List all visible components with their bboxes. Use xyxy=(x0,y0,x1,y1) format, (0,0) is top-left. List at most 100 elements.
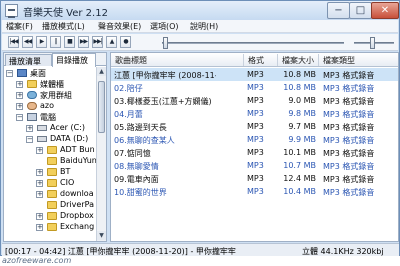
menu-options[interactable]: 選項(O) xyxy=(150,21,179,32)
song-type: MP3 格式錄音 xyxy=(323,136,375,145)
song-size: 9.7 MB xyxy=(288,122,316,131)
collapse-icon[interactable]: − xyxy=(16,114,23,121)
song-title: 06.無聊的查某人 xyxy=(114,136,175,145)
pause-button[interactable]: || xyxy=(50,36,61,48)
folder-icon xyxy=(47,201,57,209)
stop-button[interactable]: ■ xyxy=(64,36,75,48)
play-button[interactable]: ▶ xyxy=(36,36,47,48)
song-format: MP3 xyxy=(247,70,264,79)
table-row[interactable]: 10.甜蜜的世界 MP3 10.4 MB MP3 格式錄音 xyxy=(111,185,398,198)
expand-icon[interactable]: + xyxy=(16,92,23,99)
table-row[interactable]: 02.陪仔 MP3 10.8 MB MP3 格式錄音 xyxy=(111,81,398,94)
col-format[interactable]: 格式 xyxy=(248,55,264,66)
scroll-thumb[interactable] xyxy=(98,81,105,133)
maximize-button[interactable]: □ xyxy=(349,2,372,19)
expand-icon[interactable]: + xyxy=(36,147,43,154)
open-button[interactable]: ▲ xyxy=(106,36,117,48)
tab-directory[interactable]: 目錄播放 xyxy=(52,53,96,67)
song-title: 05.路邊到天長 xyxy=(114,123,167,132)
song-size: 9.8 MB xyxy=(288,109,316,118)
song-type: MP3 格式錄音 xyxy=(323,149,375,158)
next-track-button[interactable]: ▶▶| xyxy=(92,36,103,48)
collapse-icon[interactable]: − xyxy=(6,70,13,77)
tree-item-label: 電腦 xyxy=(40,113,56,122)
expand-icon[interactable]: + xyxy=(36,169,43,176)
table-header: 歌曲標題 格式 檔案大小 檔案類型 xyxy=(111,53,398,67)
collapse-icon[interactable]: − xyxy=(26,136,33,143)
folder-icon xyxy=(47,212,57,220)
menu-bar: 檔案(F) 播放模式(L) 聲音效果(E) 選項(O) 說明(H) xyxy=(2,20,398,33)
tab-playlist[interactable]: 播放清單 xyxy=(5,54,52,66)
expand-icon[interactable]: + xyxy=(36,213,43,220)
record-button[interactable]: ● xyxy=(120,36,131,48)
tree-scrollbar[interactable]: ▲ ▼ xyxy=(96,67,106,241)
tree-item-label: 桌面 xyxy=(30,69,46,78)
col-size[interactable]: 檔案大小 xyxy=(282,55,314,66)
menu-sound-effects[interactable]: 聲音效果(E) xyxy=(98,21,141,32)
watermark: azofreeware.com xyxy=(2,256,72,265)
rewind-button[interactable]: ◀◀ xyxy=(22,36,33,48)
expand-icon[interactable]: + xyxy=(36,224,43,231)
scroll-up-icon[interactable]: ▲ xyxy=(97,67,106,76)
transport-toolbar: |◀◀ ◀◀ ▶ || ■ ▶▶ ▶▶| ▲ ● xyxy=(2,34,398,51)
tree-item-label: DATA (D:) xyxy=(50,134,89,143)
desk-icon xyxy=(17,69,27,77)
song-type: MP3 格式錄音 xyxy=(323,110,375,119)
col-type[interactable]: 檔案類型 xyxy=(323,55,355,66)
table-row[interactable]: 03.椰樣菱玉(江蕙+方嫻儀) MP3 9.0 MB MP3 格式錄音 xyxy=(111,94,398,107)
expand-icon[interactable]: + xyxy=(36,180,43,187)
song-size: 9.9 MB xyxy=(288,135,316,144)
table-row[interactable]: 08.無聊愛情 MP3 10.7 MB MP3 格式錄音 xyxy=(111,159,398,172)
tree-item-label: 媒體櫃 xyxy=(40,80,64,89)
table-row[interactable]: 江蕙 [甲你攏牢牢 (2008-11-20)] MP3 10.8 MB MP3 格式錄… xyxy=(111,68,398,81)
table-row[interactable]: 07.惦同憶 MP3 10.1 MB MP3 格式錄音 xyxy=(111,146,398,159)
song-type: MP3 格式錄音 xyxy=(323,188,375,197)
folder-icon xyxy=(27,80,37,88)
song-type: MP3 格式錄音 xyxy=(323,97,375,106)
song-title: 02.陪仔 xyxy=(114,84,143,93)
tree-item-label: Acer (C:) xyxy=(50,123,86,132)
folder-icon xyxy=(47,223,57,231)
song-size: 10.8 MB xyxy=(283,70,316,79)
song-title: 09.電車內面 xyxy=(114,175,159,184)
song-format: MP3 xyxy=(247,135,264,144)
seek-bar[interactable] xyxy=(162,42,344,44)
folder-icon xyxy=(47,157,57,165)
table-row[interactable]: 04.月蕾 MP3 9.8 MB MP3 格式錄音 xyxy=(111,107,398,120)
song-format: MP3 xyxy=(247,187,264,196)
minimize-button[interactable]: − xyxy=(327,2,350,19)
prev-track-button[interactable]: |◀◀ xyxy=(8,36,19,48)
song-format: MP3 xyxy=(247,161,264,170)
close-button[interactable]: ✕ xyxy=(371,2,399,19)
status-audio-info: 立體 44.1KHz 320kbj xyxy=(302,247,384,256)
user-icon xyxy=(27,102,37,110)
table-row[interactable]: 09.電車內面 MP3 12.4 MB MP3 格式錄音 xyxy=(111,172,398,185)
song-title: 08.無聊愛情 xyxy=(114,162,159,171)
tree-item-label: BT xyxy=(60,167,71,176)
song-title: 07.惦同憶 xyxy=(114,149,151,158)
volume-thumb[interactable] xyxy=(370,37,375,49)
table-row[interactable]: 05.路邊到天長 MP3 9.7 MB MP3 格式錄音 xyxy=(111,120,398,133)
expand-icon[interactable]: + xyxy=(36,191,43,198)
song-size: 12.4 MB xyxy=(283,174,316,183)
menu-file[interactable]: 檔案(F) xyxy=(6,21,33,32)
song-format: MP3 xyxy=(247,174,264,183)
song-title: 江蕙 [甲你攏牢牢 (2008-11-20)] xyxy=(114,71,216,80)
tree-item-label: downloa xyxy=(60,189,94,198)
menu-help[interactable]: 說明(H) xyxy=(190,21,218,32)
title-bar[interactable]: 音樂天使 Ver 2.12 − □ ✕ xyxy=(1,1,399,20)
pc-icon xyxy=(27,113,37,121)
seek-thumb[interactable] xyxy=(163,37,168,49)
scroll-down-icon[interactable]: ▼ xyxy=(97,231,106,240)
fast-forward-button[interactable]: ▶▶ xyxy=(78,36,89,48)
col-title[interactable]: 歌曲標題 xyxy=(115,55,147,66)
expand-icon[interactable]: + xyxy=(26,125,33,132)
expand-icon[interactable]: + xyxy=(16,81,23,88)
table-row[interactable]: 06.無聊的查某人 MP3 9.9 MB MP3 格式錄音 xyxy=(111,133,398,146)
expand-icon[interactable]: + xyxy=(16,103,23,110)
menu-play-mode[interactable]: 播放模式(L) xyxy=(42,21,85,32)
col-separator xyxy=(243,54,244,66)
song-size: 10.7 MB xyxy=(283,161,316,170)
song-title: 10.甜蜜的世界 xyxy=(114,188,167,197)
drive-icon xyxy=(37,136,47,142)
